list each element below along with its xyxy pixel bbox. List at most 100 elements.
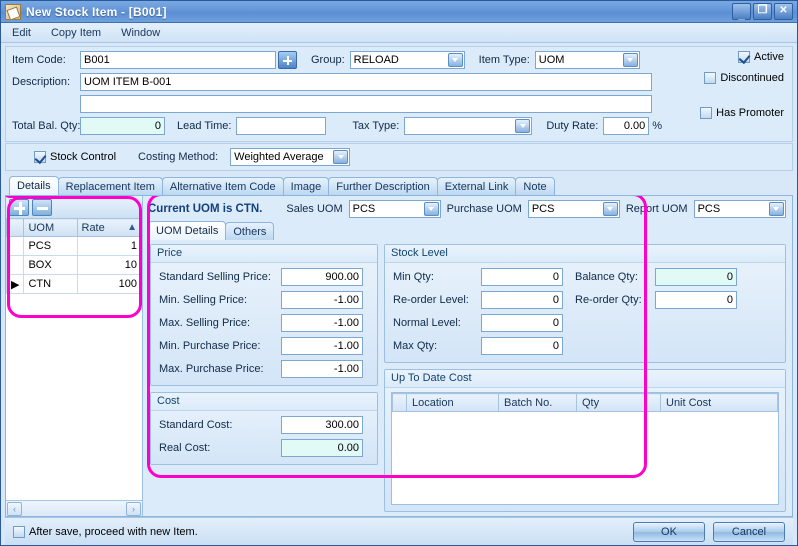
item-type-select[interactable]: UOM: [534, 51, 640, 69]
chevron-down-icon[interactable]: [622, 53, 638, 67]
window-controls: _ ❐ ✕: [732, 3, 795, 20]
menu-item-edit[interactable]: Edit: [9, 26, 34, 40]
scroll-left-icon[interactable]: ‹: [7, 501, 22, 516]
stock-control-label: Stock Control: [50, 151, 117, 163]
document-icon: [5, 3, 21, 20]
tab-replacement-item[interactable]: Replacement Item: [57, 177, 163, 195]
cell-uom[interactable]: BOX: [23, 255, 78, 275]
group-select[interactable]: RELOAD: [349, 51, 465, 69]
column-header-batch-no[interactable]: Batch No.: [498, 393, 577, 412]
re-order-qty-input[interactable]: 0: [655, 291, 737, 309]
tab-note[interactable]: Note: [515, 177, 555, 195]
add-row-icon[interactable]: [9, 198, 29, 216]
chevron-down-icon[interactable]: [515, 119, 531, 133]
stock-control-checkbox[interactable]: Stock Control: [34, 151, 116, 163]
sales-uom-select[interactable]: PCS: [348, 200, 441, 218]
item-code-row: Item Code: B001 Group: RELOAD Item Type:…: [12, 51, 786, 69]
tax-type-select[interactable]: [404, 117, 533, 135]
stock-item-window: New Stock Item - [B001] _ ❐ ✕ Edit Copy …: [0, 0, 798, 546]
checkbox-icon[interactable]: [700, 107, 713, 119]
description-input[interactable]: UOM ITEM B-001: [80, 73, 652, 91]
table-row[interactable]: BOX 10: [6, 255, 142, 275]
tab-others[interactable]: Others: [225, 222, 275, 240]
checkbox-icon[interactable]: [34, 151, 46, 163]
lead-time-input[interactable]: [236, 117, 327, 135]
tab-uom-details[interactable]: UOM Details: [148, 221, 227, 240]
chevron-down-icon[interactable]: [602, 202, 618, 216]
cell-uom[interactable]: CTN: [23, 274, 78, 294]
cost-panel-title: Cost: [151, 393, 377, 411]
uom-grid-horizontal-scrollbar[interactable]: ‹ ›: [6, 500, 142, 516]
lead-time-label: Lead Time:: [177, 120, 232, 132]
cell-rate[interactable]: 10: [76, 255, 142, 275]
uom-header-row: Current UOM is CTN. Sales UOM PCS Purcha…: [148, 198, 788, 220]
menu-item-copy-item[interactable]: Copy Item: [48, 26, 104, 40]
standard-cost-input[interactable]: 300.00: [281, 416, 363, 434]
cell-rate[interactable]: 1: [76, 236, 142, 256]
uom-details-content: Price Standard Selling Price: 900.00 Min…: [148, 240, 788, 516]
max-qty-row: Max Qty: 0: [393, 337, 563, 355]
sales-uom-label: Sales UOM: [286, 203, 343, 215]
chevron-down-icon[interactable]: [447, 53, 463, 67]
has-promoter-checkbox[interactable]: Has Promoter: [700, 107, 784, 119]
checkbox-icon[interactable]: [704, 72, 717, 84]
cell-uom[interactable]: PCS: [23, 236, 78, 256]
min-purchase-price-input[interactable]: -1.00: [281, 337, 363, 355]
report-uom-select[interactable]: PCS: [693, 200, 786, 218]
max-selling-price-input[interactable]: -1.00: [281, 314, 363, 332]
ok-button[interactable]: OK: [633, 521, 705, 542]
up-to-date-cost-table-wrapper[interactable]: Location Batch No. Qty Unit Cost: [391, 392, 779, 505]
duty-rate-input[interactable]: 0.00: [603, 117, 650, 135]
item-code-lookup-icon[interactable]: [278, 51, 297, 69]
minimize-button[interactable]: _: [732, 3, 751, 20]
max-qty-input[interactable]: 0: [481, 337, 563, 355]
normal-level-input[interactable]: 0: [481, 314, 563, 332]
proceed-new-item-label: After save, proceed with new Item.: [29, 525, 198, 538]
proceed-new-item-checkbox[interactable]: After save, proceed with new Item.: [13, 525, 198, 538]
chevron-down-icon[interactable]: [768, 202, 784, 216]
cancel-button[interactable]: Cancel: [713, 521, 785, 542]
table-row[interactable]: PCS 1: [6, 236, 142, 256]
max-purchase-price-input[interactable]: -1.00: [281, 360, 363, 378]
up-to-date-cost-title: Up To Date Cost: [385, 370, 785, 388]
tab-image[interactable]: Image: [282, 177, 330, 195]
max-selling-price-label: Max. Selling Price:: [159, 317, 251, 329]
standard-selling-price-input[interactable]: 900.00: [281, 268, 363, 286]
chevron-down-icon[interactable]: [333, 150, 349, 164]
column-header-rate[interactable]: Rate ▲: [76, 218, 142, 237]
costing-method-select[interactable]: Weighted Average: [230, 148, 351, 166]
discontinued-checkbox[interactable]: Discontinued: [704, 72, 784, 84]
column-header-location[interactable]: Location: [406, 393, 499, 412]
row-marker: [6, 255, 25, 275]
item-code-input[interactable]: B001: [80, 51, 276, 69]
checkbox-icon[interactable]: [738, 51, 751, 63]
tab-alternative-item-code[interactable]: Alternative Item Code: [161, 177, 284, 195]
group-value: RELOAD: [353, 54, 399, 66]
checkbox-icon[interactable]: [13, 525, 25, 538]
table-row[interactable]: ▶ CTN 100: [6, 274, 142, 294]
scroll-right-icon[interactable]: ›: [126, 501, 141, 516]
description-input-2[interactable]: [80, 95, 652, 113]
uom-details-pane: Current UOM is CTN. Sales UOM PCS Purcha…: [143, 196, 792, 516]
column-header-uom[interactable]: UOM: [23, 218, 78, 237]
close-button[interactable]: ✕: [774, 3, 793, 20]
remove-row-icon[interactable]: [32, 198, 52, 216]
column-header-qty[interactable]: Qty: [576, 393, 661, 412]
cell-rate[interactable]: 100: [76, 274, 142, 294]
min-selling-price-input[interactable]: -1.00: [281, 291, 363, 309]
min-qty-input[interactable]: 0: [481, 268, 563, 286]
tab-external-link[interactable]: External Link: [436, 177, 517, 195]
has-promoter-label: Has Promoter: [716, 107, 784, 119]
menu-item-window[interactable]: Window: [118, 26, 163, 40]
re-order-level-input[interactable]: 0: [481, 291, 563, 309]
tax-type-label: Tax Type:: [352, 120, 400, 132]
tab-details[interactable]: Details: [9, 176, 59, 195]
tab-further-description[interactable]: Further Description: [328, 177, 438, 195]
row-marker: ▶: [6, 274, 25, 294]
active-checkbox[interactable]: Active: [738, 51, 784, 63]
uom-grid[interactable]: UOM Rate ▲ PCS 1 BOX 10 ▶ CTN 100: [6, 218, 142, 500]
column-header-unit-cost[interactable]: Unit Cost: [660, 393, 778, 412]
maximize-button[interactable]: ❐: [753, 3, 772, 20]
purchase-uom-select[interactable]: PCS: [527, 200, 620, 218]
chevron-down-icon[interactable]: [423, 202, 439, 216]
